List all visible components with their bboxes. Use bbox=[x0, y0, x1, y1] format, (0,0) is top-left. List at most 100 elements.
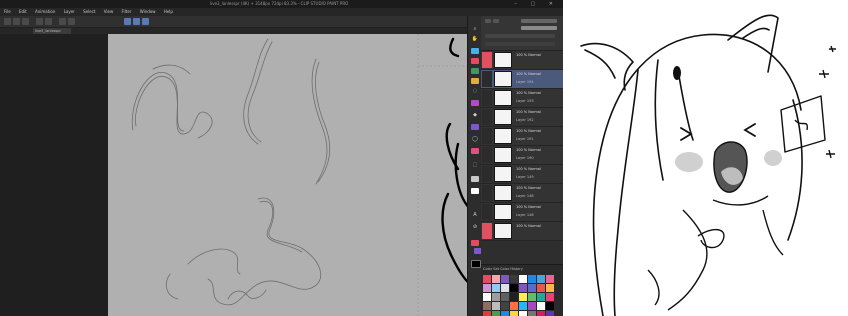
canvas-area[interactable] bbox=[0, 34, 472, 316]
layer-thumbnail[interactable] bbox=[494, 185, 512, 201]
layer-row[interactable]: 100 % Normal bbox=[481, 51, 563, 70]
fill-button[interactable] bbox=[68, 18, 75, 25]
color-swatch[interactable] bbox=[492, 284, 500, 292]
color-swatch[interactable] bbox=[483, 284, 491, 292]
layer-color-chip[interactable] bbox=[482, 128, 492, 144]
color-swatch[interactable] bbox=[519, 284, 527, 292]
menu-help[interactable]: Help bbox=[164, 8, 173, 16]
layer-name-label[interactable]: Layer 149 bbox=[516, 175, 534, 179]
color-swatch[interactable] bbox=[519, 302, 527, 310]
correct-line-icon[interactable] bbox=[471, 188, 479, 194]
eyedropper-icon[interactable] bbox=[471, 176, 479, 182]
layer-name-label[interactable]: Layer 194 bbox=[516, 80, 534, 84]
color-swatch[interactable] bbox=[546, 311, 554, 316]
color-swatch[interactable] bbox=[483, 302, 491, 310]
color-swatch[interactable] bbox=[510, 293, 518, 301]
layer-thumbnail[interactable] bbox=[494, 90, 512, 106]
color-swatch[interactable] bbox=[483, 311, 491, 316]
menu-view[interactable]: View bbox=[104, 8, 114, 16]
layer-color-chip[interactable] bbox=[482, 223, 492, 239]
layer-name-label[interactable]: Layer 146 bbox=[516, 213, 534, 217]
layer-color-chip[interactable] bbox=[482, 166, 492, 182]
color-swatch[interactable] bbox=[501, 293, 509, 301]
layer-row[interactable]: 100 % Normal Layer 149 bbox=[481, 165, 563, 184]
color-swatch[interactable] bbox=[483, 293, 491, 301]
layer-color-chip[interactable] bbox=[482, 147, 492, 163]
hand-icon[interactable]: ✋ bbox=[471, 36, 479, 43]
fill-icon[interactable]: ◆ bbox=[471, 112, 479, 119]
main-color-swatch[interactable] bbox=[471, 240, 479, 246]
layer-color-chip[interactable] bbox=[482, 109, 492, 125]
color-swatch[interactable] bbox=[492, 275, 500, 283]
color-swatch[interactable] bbox=[546, 302, 554, 310]
color-swatch[interactable] bbox=[528, 311, 536, 316]
layer-thumbnail[interactable] bbox=[494, 71, 512, 87]
new-file-button[interactable] bbox=[4, 18, 11, 25]
layer-thumbnail[interactable] bbox=[494, 128, 512, 144]
color-swatch[interactable] bbox=[510, 275, 518, 283]
menu-select[interactable]: Select bbox=[83, 8, 95, 16]
color-swatch[interactable] bbox=[546, 293, 554, 301]
save-button[interactable] bbox=[22, 18, 29, 25]
menu-layer[interactable]: Layer bbox=[64, 8, 75, 16]
color-swatch[interactable] bbox=[501, 302, 509, 310]
figure-icon[interactable]: ◯ bbox=[471, 136, 479, 143]
blend-mode-select[interactable] bbox=[521, 19, 557, 23]
layer-row[interactable]: 100 % Normal Layer 193 bbox=[481, 89, 563, 108]
ruler-icon[interactable] bbox=[471, 148, 479, 154]
layer-options-row[interactable] bbox=[485, 42, 555, 46]
color-swatch[interactable] bbox=[528, 293, 536, 301]
layer-row[interactable]: 100 % Normal Layer 192 bbox=[481, 108, 563, 127]
color-swatch[interactable] bbox=[537, 311, 545, 316]
layer-row[interactable]: 100 % Normal Layer 190 bbox=[481, 146, 563, 165]
window-controls[interactable]: – ▢ ✕ bbox=[514, 0, 559, 8]
layer-thumbnail[interactable] bbox=[494, 52, 512, 68]
layer-row[interactable]: 100 % Normal Layer 146 bbox=[481, 203, 563, 222]
layer-thumbnail[interactable] bbox=[494, 109, 512, 125]
color-swatch[interactable] bbox=[483, 275, 491, 283]
layer-row[interactable]: 100 % Normal bbox=[481, 222, 563, 241]
color-swatch[interactable] bbox=[546, 275, 554, 283]
snap-ruler-button[interactable] bbox=[124, 18, 131, 25]
layer-name-label[interactable]: Layer 193 bbox=[516, 99, 534, 103]
layer-color-chip[interactable] bbox=[482, 52, 492, 68]
layer-color-chip[interactable] bbox=[482, 90, 492, 106]
color-swatch[interactable] bbox=[537, 284, 545, 292]
color-swatch[interactable] bbox=[501, 284, 509, 292]
layer-property-icon[interactable] bbox=[485, 19, 491, 23]
color-swatch[interactable] bbox=[537, 293, 545, 301]
color-swatch[interactable] bbox=[528, 284, 536, 292]
pencil-icon[interactable] bbox=[471, 68, 479, 74]
menu-file[interactable]: File bbox=[4, 8, 11, 16]
eraser-icon[interactable] bbox=[471, 100, 479, 106]
color-swatch[interactable] bbox=[519, 311, 527, 316]
color-swatch[interactable] bbox=[537, 275, 545, 283]
menu-edit[interactable]: Edit bbox=[19, 8, 27, 16]
layer-color-chip[interactable] bbox=[482, 71, 492, 87]
color-swatch[interactable] bbox=[492, 311, 500, 316]
color-swatch[interactable] bbox=[537, 302, 545, 310]
fg-color-swatch[interactable] bbox=[471, 260, 481, 268]
color-swatch[interactable] bbox=[528, 275, 536, 283]
operation-icon[interactable] bbox=[471, 48, 479, 54]
color-swatch[interactable] bbox=[492, 293, 500, 301]
opacity-slider[interactable] bbox=[521, 26, 557, 30]
color-swatch[interactable] bbox=[519, 293, 527, 301]
color-swatch[interactable] bbox=[546, 284, 554, 292]
layer-row[interactable]: 100 % Normal Layer 191 bbox=[481, 127, 563, 146]
layer-name-label[interactable]: Layer 148 bbox=[516, 194, 534, 198]
airbrush-icon[interactable]: ◌ bbox=[471, 88, 479, 95]
brush-icon[interactable] bbox=[471, 78, 479, 84]
color-swatch[interactable] bbox=[510, 284, 518, 292]
menu-window[interactable]: Window bbox=[140, 8, 156, 16]
open-file-button[interactable] bbox=[13, 18, 20, 25]
drawing-canvas[interactable] bbox=[108, 34, 472, 316]
color-swatch[interactable] bbox=[492, 302, 500, 310]
layer-row[interactable]: 100 % Normal Layer 148 bbox=[481, 184, 563, 203]
layer-thumbnail[interactable] bbox=[494, 204, 512, 220]
layer-color-chip[interactable] bbox=[482, 204, 492, 220]
clear-button[interactable] bbox=[59, 18, 66, 25]
undo-button[interactable] bbox=[36, 18, 43, 25]
magnifier-icon[interactable]: ⌕ bbox=[471, 26, 479, 33]
pen-icon[interactable] bbox=[471, 58, 479, 64]
